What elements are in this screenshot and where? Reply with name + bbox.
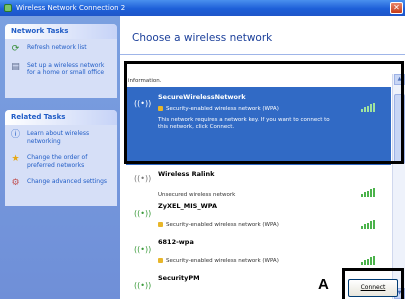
network-security: Security-enabled wireless network (WPA) bbox=[158, 258, 279, 264]
wireless-network-window: Wireless Network Connection 2 ✕ Network … bbox=[0, 0, 405, 299]
refresh-icon: ⟳ bbox=[11, 44, 20, 54]
star-icon: ★ bbox=[11, 154, 20, 164]
antenna-icon: ((•)) bbox=[134, 174, 152, 183]
page-title: Choose a wireless network bbox=[132, 32, 273, 44]
highlight-selected-network bbox=[124, 61, 404, 164]
network-item-6812-wpa[interactable]: ((•)) 6812-wpa Security-enabled wireless… bbox=[126, 238, 391, 272]
related-tasks-header: Related Tasks bbox=[5, 110, 117, 125]
setup-network-icon: ▤ bbox=[11, 61, 20, 72]
divider bbox=[120, 54, 405, 55]
task-label: Set up a wireless network for a home or … bbox=[27, 61, 105, 77]
window-title: Wireless Network Connection 2 bbox=[16, 4, 126, 12]
network-security: Security-enabled wireless network (WPA) bbox=[158, 222, 279, 228]
setup-wireless-network-link[interactable]: ▤ Set up a wireless network for a home o… bbox=[5, 59, 117, 80]
settings-icon: ⚙ bbox=[11, 178, 20, 188]
refresh-network-list-link[interactable]: ⟳ Refresh network list bbox=[5, 41, 117, 55]
related-tasks-pane: Related Tasks ⓘ Learn about wireless net… bbox=[5, 110, 117, 206]
network-name: Wireless Ralink bbox=[158, 170, 215, 178]
highlight-connect-button bbox=[342, 268, 404, 299]
learn-wireless-link[interactable]: ⓘ Learn about wireless networking bbox=[5, 127, 117, 148]
network-name: 6812-wpa bbox=[158, 238, 194, 246]
wireless-icon bbox=[4, 4, 12, 12]
signal-strength-icon bbox=[361, 256, 377, 265]
task-label: Refresh network list bbox=[27, 44, 87, 51]
change-preferred-order-link[interactable]: ★ Change the order of preferred networks bbox=[5, 151, 117, 172]
network-item-zyxel-mis-wpa[interactable]: ((•)) ZyXEL_MIS_WPA Security-enabled wir… bbox=[126, 202, 391, 236]
callout-label: A bbox=[318, 276, 329, 293]
security-label: Security-enabled wireless network (WPA) bbox=[166, 258, 279, 264]
security-label: Unsecured wireless network bbox=[158, 192, 236, 198]
signal-strength-icon bbox=[361, 220, 377, 229]
network-name: SecurityPM bbox=[158, 274, 200, 282]
network-name: ZyXEL_MIS_WPA bbox=[158, 202, 217, 210]
network-tasks-header: Network Tasks bbox=[5, 24, 117, 39]
task-label: Change the order of preferred networks bbox=[27, 154, 88, 169]
title-bar[interactable]: Wireless Network Connection 2 ✕ bbox=[0, 0, 405, 16]
info-icon: ⓘ bbox=[10, 130, 20, 140]
close-icon[interactable]: ✕ bbox=[390, 2, 403, 14]
sidebar: Network Tasks ⟳ Refresh network list ▤ S… bbox=[0, 16, 120, 299]
antenna-icon: ((•)) bbox=[134, 281, 152, 290]
change-advanced-settings-link[interactable]: ⚙ Change advanced settings bbox=[5, 175, 117, 189]
antenna-icon: ((•)) bbox=[134, 245, 152, 254]
network-item-wireless-ralink[interactable]: ((•)) Wireless Ralink Unsecured wireless… bbox=[126, 170, 391, 200]
lock-icon bbox=[158, 258, 163, 263]
security-label: Security-enabled wireless network (WPA) bbox=[166, 222, 279, 228]
task-label: Learn about wireless networking bbox=[27, 130, 90, 145]
signal-strength-icon bbox=[361, 188, 377, 197]
antenna-icon: ((•)) bbox=[134, 209, 152, 218]
lock-icon bbox=[158, 222, 163, 227]
task-label: Change advanced settings bbox=[27, 178, 108, 185]
network-tasks-pane: Network Tasks ⟳ Refresh network list ▤ S… bbox=[5, 24, 117, 98]
